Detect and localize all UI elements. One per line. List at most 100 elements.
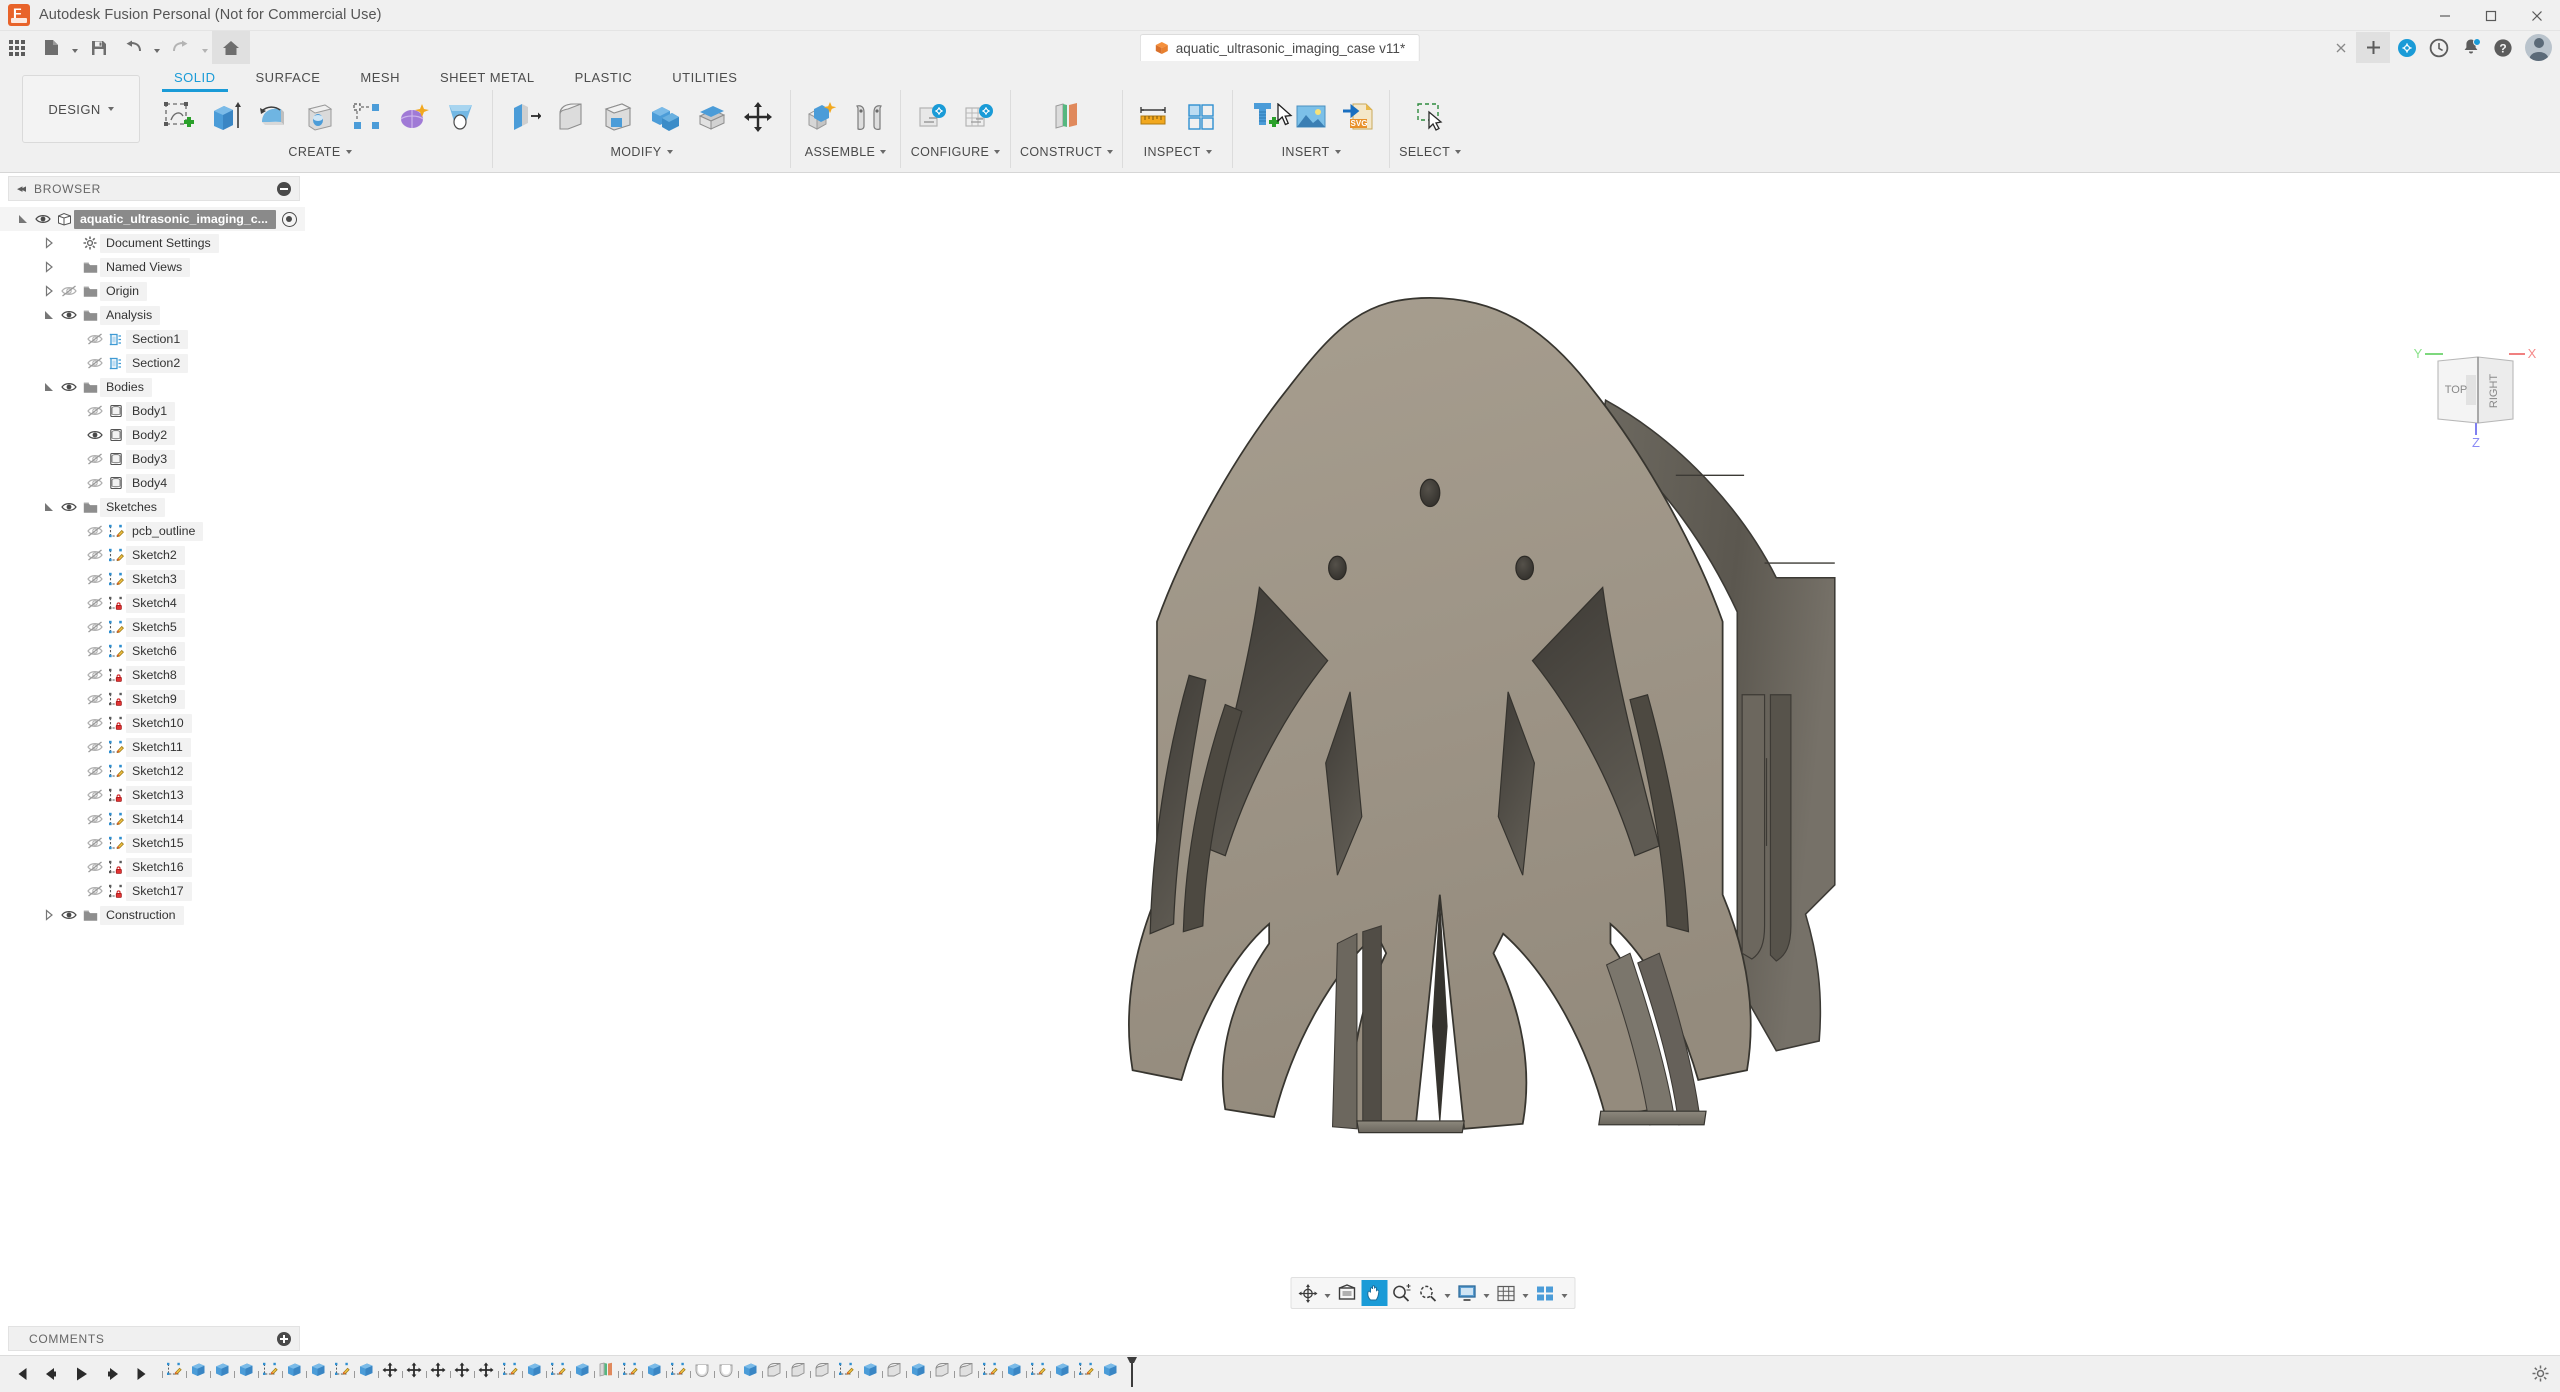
- tree-expand-toggle[interactable]: [40, 255, 58, 279]
- browser-tree-item[interactable]: Document Settings: [0, 231, 305, 255]
- extensions-icon[interactable]: [2392, 33, 2422, 63]
- loft-icon[interactable]: [439, 93, 483, 141]
- grid-snap-icon[interactable]: [1493, 1280, 1519, 1306]
- timeline-feature-fillet-icon[interactable]: [762, 1356, 786, 1384]
- timeline-feature-extrude-icon[interactable]: [186, 1356, 210, 1384]
- new-tab-button[interactable]: [2356, 32, 2390, 63]
- save-button[interactable]: [82, 31, 116, 64]
- timeline-feature-move-icon[interactable]: [426, 1356, 450, 1384]
- browser-tree-item[interactable]: Sketch3: [0, 567, 305, 591]
- viewports-caret[interactable]: [1558, 1280, 1570, 1306]
- visibility-toggle[interactable]: [58, 375, 80, 399]
- browser-tree-item[interactable]: Sketch2: [0, 543, 305, 567]
- play-icon[interactable]: [68, 1360, 96, 1388]
- visibility-toggle[interactable]: [32, 207, 54, 231]
- new-file-button[interactable]: [34, 31, 68, 64]
- collapse-left-icon[interactable]: ◂◂: [17, 182, 26, 195]
- timeline-feature-sketch-icon[interactable]: [1074, 1356, 1098, 1384]
- tab-surface[interactable]: SURFACE: [236, 64, 341, 90]
- browser-tree-item[interactable]: Sketch12: [0, 759, 305, 783]
- panel-modify-label[interactable]: MODIFY: [610, 145, 673, 159]
- maximize-button[interactable]: [2468, 0, 2514, 31]
- timeline-feature-move-icon[interactable]: [474, 1356, 498, 1384]
- zoom-icon[interactable]: [1388, 1280, 1414, 1306]
- timeline-feature-sketch-icon[interactable]: [162, 1356, 186, 1384]
- insert-mcmaster-icon[interactable]: [1242, 93, 1286, 141]
- panel-assemble-label[interactable]: ASSEMBLE: [805, 145, 887, 159]
- visibility-toggle[interactable]: [58, 279, 80, 303]
- step-back-icon[interactable]: [38, 1360, 66, 1388]
- browser-tree-item[interactable]: Sketch4: [0, 591, 305, 615]
- create-sketch-icon[interactable]: [157, 93, 201, 141]
- notifications-bell-icon[interactable]: [2456, 33, 2486, 63]
- visibility-toggle[interactable]: [84, 591, 106, 615]
- shell-icon[interactable]: [596, 93, 640, 141]
- timeline-feature-fillet-icon[interactable]: [930, 1356, 954, 1384]
- timeline-feature-extrude-icon[interactable]: [210, 1356, 234, 1384]
- visibility-toggle[interactable]: [84, 423, 106, 447]
- insert-image-icon[interactable]: [1289, 93, 1333, 141]
- configuration-table-icon[interactable]: [957, 93, 1001, 141]
- visibility-toggle[interactable]: [84, 615, 106, 639]
- visibility-toggle[interactable]: [84, 687, 106, 711]
- browser-tree-item[interactable]: Sketch13: [0, 783, 305, 807]
- timeline-feature-sketch-icon[interactable]: [978, 1356, 1002, 1384]
- visibility-toggle[interactable]: [84, 735, 106, 759]
- browser-tree-item[interactable]: Sketch9: [0, 687, 305, 711]
- browser-tree-item[interactable]: Sketch5: [0, 615, 305, 639]
- timeline-feature-move-icon[interactable]: [402, 1356, 426, 1384]
- timeline-feature-sketch-icon[interactable]: [258, 1356, 282, 1384]
- select-window-icon[interactable]: [1408, 93, 1452, 141]
- revolve-icon[interactable]: [251, 93, 295, 141]
- measure-icon[interactable]: [1132, 93, 1176, 141]
- step-forward-icon[interactable]: [98, 1360, 126, 1388]
- panel-insert-label[interactable]: INSERT: [1282, 145, 1341, 159]
- timeline-feature-move-icon[interactable]: [450, 1356, 474, 1384]
- home-button[interactable]: [212, 31, 250, 64]
- workspace-selector[interactable]: DESIGN: [22, 75, 140, 143]
- minus-circle-icon[interactable]: [277, 181, 291, 196]
- visibility-toggle[interactable]: [84, 639, 106, 663]
- visibility-toggle[interactable]: [84, 519, 106, 543]
- close-tab-button[interactable]: [2328, 33, 2354, 63]
- timeline-feature-extrude-icon[interactable]: [522, 1356, 546, 1384]
- insert-svg-icon[interactable]: SVG: [1336, 93, 1380, 141]
- fillet-icon[interactable]: [549, 93, 593, 141]
- browser-tree-item[interactable]: Sketch11: [0, 735, 305, 759]
- model-render[interactable]: [305, 173, 2560, 1355]
- display-settings-icon[interactable]: [1454, 1280, 1480, 1306]
- visibility-toggle[interactable]: [84, 759, 106, 783]
- timeline-feature-sketch-icon[interactable]: [330, 1356, 354, 1384]
- timeline-feature-sketch-icon[interactable]: [546, 1356, 570, 1384]
- redo-caret[interactable]: [198, 31, 212, 64]
- new-component-icon[interactable]: [800, 93, 844, 141]
- tab-sheet-metal[interactable]: SHEET METAL: [420, 64, 555, 90]
- undo-caret[interactable]: [150, 31, 164, 64]
- browser-tree-item[interactable]: Sketch8: [0, 663, 305, 687]
- pan-hand-icon[interactable]: [1361, 1280, 1387, 1306]
- display-settings-caret[interactable]: [1480, 1280, 1492, 1306]
- joint-icon[interactable]: [847, 93, 891, 141]
- visibility-toggle[interactable]: [84, 663, 106, 687]
- browser-tree-item[interactable]: pcb_outline: [0, 519, 305, 543]
- timeline-feature-extrude-icon[interactable]: [858, 1356, 882, 1384]
- visibility-toggle[interactable]: [58, 303, 80, 327]
- timeline-feature-move-icon[interactable]: [378, 1356, 402, 1384]
- section-analysis-icon[interactable]: [1179, 93, 1223, 141]
- redo-button[interactable]: [164, 31, 198, 64]
- form-icon[interactable]: [392, 93, 436, 141]
- visibility-toggle[interactable]: [84, 351, 106, 375]
- plus-circle-icon[interactable]: [277, 1331, 291, 1346]
- visibility-toggle[interactable]: [84, 327, 106, 351]
- timeline-feature-fillet-icon[interactable]: [954, 1356, 978, 1384]
- tab-utilities[interactable]: UTILITIES: [652, 64, 757, 90]
- browser-tree-item[interactable]: Sketches: [0, 495, 305, 519]
- timeline-feature-extrude-icon[interactable]: [282, 1356, 306, 1384]
- visibility-toggle[interactable]: [84, 471, 106, 495]
- timeline-feature-extrude-icon[interactable]: [1002, 1356, 1026, 1384]
- recent-clock-icon[interactable]: [2424, 33, 2454, 63]
- visibility-toggle[interactable]: [84, 447, 106, 471]
- browser-tree-item[interactable]: Body4: [0, 471, 305, 495]
- extrude-icon[interactable]: [204, 93, 248, 141]
- tree-expand-toggle[interactable]: [40, 303, 58, 327]
